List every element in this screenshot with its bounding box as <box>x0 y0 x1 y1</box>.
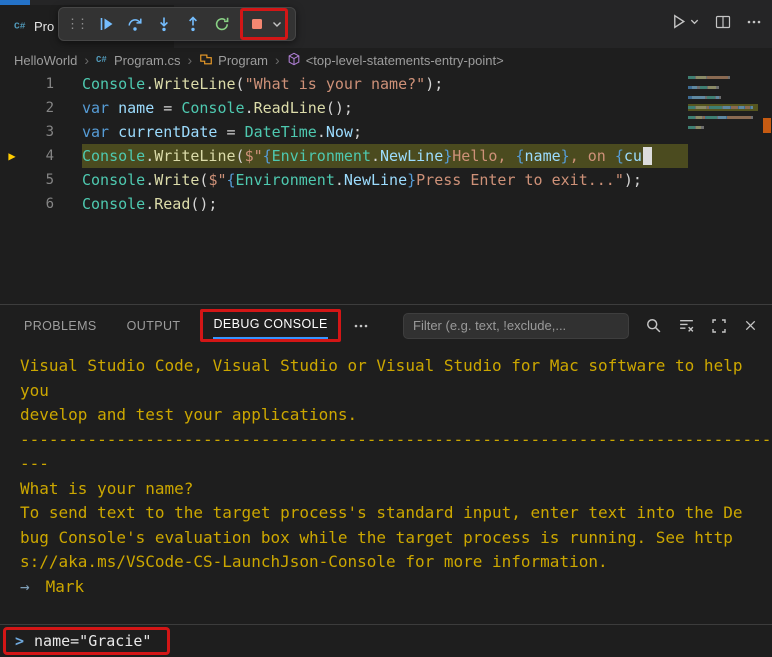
run-or-debug-button[interactable] <box>670 13 687 30</box>
code-lines: 1 Console.WriteLine("What is your name?")… <box>0 72 688 216</box>
breadcrumb-label: HelloWorld <box>14 53 77 68</box>
svg-text:C#: C# <box>14 21 26 32</box>
minimap-line <box>688 116 758 119</box>
line-number: 2 <box>24 96 54 120</box>
gutter <box>0 120 24 144</box>
code-text: Console.Write($"{Environment.NewLine}Pre… <box>82 168 688 192</box>
step-out-button[interactable] <box>180 11 206 37</box>
code-line-3[interactable]: 3 var currentDate = DateTime.Now; <box>0 120 688 144</box>
class-icon <box>199 52 213 69</box>
panel-header: PROBLEMS OUTPUT DEBUG CONSOLE <box>0 304 772 346</box>
step-over-button[interactable] <box>122 11 148 37</box>
line-number: 1 <box>24 72 54 96</box>
breadcrumb-separator: › <box>187 52 192 68</box>
close-panel-icon[interactable] <box>743 318 758 333</box>
console-line: Visual Studio Code, Visual Studio or Vis… <box>20 354 772 379</box>
editor-actions <box>670 13 762 30</box>
minimap-line <box>688 106 758 109</box>
debug-input-annotation: > name="Gracie" <box>3 627 170 655</box>
gutter <box>0 96 24 120</box>
svg-text:C#: C# <box>96 55 107 65</box>
console-line: What is your name? <box>20 477 772 502</box>
minimap-line <box>688 86 758 89</box>
code-line-4[interactable]: ▶4 Console.WriteLine($"{Environment.NewLi… <box>0 144 688 168</box>
line-number: 6 <box>24 192 54 216</box>
code-line-1[interactable]: 1 Console.WriteLine("What is your name?")… <box>0 72 688 96</box>
gutter <box>0 168 24 192</box>
stop-button-annotation <box>240 8 288 40</box>
search-icon[interactable] <box>645 317 662 334</box>
tab-output[interactable]: OUTPUT <box>127 319 181 333</box>
stop-dropdown-chevron-icon[interactable] <box>270 11 284 37</box>
console-line: develop and test your applications. <box>20 403 772 428</box>
step-into-button[interactable] <box>151 11 177 37</box>
gutter <box>0 192 24 216</box>
breadcrumb-separator: › <box>275 52 280 68</box>
console-line: --- <box>20 452 772 477</box>
code-line-2[interactable]: 2 var name = Console.ReadLine(); <box>0 96 688 120</box>
breadcrumb-item-helloworld[interactable]: HelloWorld <box>14 53 77 68</box>
tab-debug-console[interactable]: DEBUG CONSOLE <box>213 317 327 339</box>
breadcrumb-item-program-cs[interactable]: C# Program.cs <box>96 52 180 68</box>
console-line: →Mark <box>20 575 772 600</box>
titlebar: C# Pro ⋮⋮ <box>0 0 772 48</box>
tab-label: Pro <box>34 19 54 34</box>
line-number: 3 <box>24 120 54 144</box>
breadcrumb-separator: › <box>84 52 89 68</box>
code-editor[interactable]: 1 Console.WriteLine("What is your name?")… <box>0 72 772 304</box>
console-line: To send text to the target process's sta… <box>20 501 772 526</box>
code-text: Console.WriteLine("What is your name?"); <box>82 72 688 96</box>
input-echo-arrow-icon: → <box>20 577 30 596</box>
line-number: 5 <box>24 168 54 192</box>
debug-console-output[interactable]: Visual Studio Code, Visual Studio or Vis… <box>0 346 772 624</box>
minimap-line <box>688 126 758 129</box>
toolbar-drag-handle-icon[interactable]: ⋮⋮ <box>66 16 86 32</box>
console-line: you <box>20 379 772 404</box>
csharp-file-icon: C# <box>14 18 28 35</box>
gutter <box>0 72 24 96</box>
console-line: bug Console's evaluation box while the t… <box>20 526 772 551</box>
console-line: ----------------------------------------… <box>20 428 772 453</box>
breadcrumb-label: Program <box>218 53 268 68</box>
code-line-6[interactable]: 6 Console.Read(); <box>0 192 688 216</box>
breadcrumb-label: Program.cs <box>114 53 180 68</box>
overview-ruler-marker <box>763 118 771 133</box>
csharp-file-icon: C# <box>96 52 109 68</box>
run-dropdown-chevron-icon[interactable] <box>689 16 700 27</box>
code-text: Console.Read(); <box>82 192 688 216</box>
breadcrumb-item-program[interactable]: Program <box>199 52 268 69</box>
clear-console-icon[interactable] <box>678 317 695 334</box>
restart-button[interactable] <box>209 11 235 37</box>
debug-console-input-value[interactable]: name="Gracie" <box>34 632 151 650</box>
prompt-chevron-icon: > <box>15 632 24 650</box>
more-panel-tabs-icon[interactable] <box>353 318 369 334</box>
maximize-panel-icon[interactable] <box>711 318 727 334</box>
tab-problems[interactable]: PROBLEMS <box>24 319 97 333</box>
minimap-line <box>688 96 758 99</box>
breadcrumb: HelloWorld › C# Program.cs › Program › <… <box>0 48 772 72</box>
code-text: Console.WriteLine($"{Environment.NewLine… <box>82 144 688 168</box>
more-actions-icon[interactable] <box>746 14 762 30</box>
minimap[interactable] <box>688 76 758 136</box>
symbol-icon <box>287 52 301 69</box>
breadcrumb-label: <top-level-statements-entry-point> <box>306 53 504 68</box>
stop-button[interactable] <box>244 11 270 37</box>
console-line: s://aka.ms/VSCode-CS-LaunchJson-Console … <box>20 550 772 575</box>
code-text: var currentDate = DateTime.Now; <box>82 120 688 144</box>
minimap-line <box>688 76 758 79</box>
text-cursor <box>643 147 652 165</box>
debug-toolbar: ⋮⋮ <box>58 7 296 41</box>
filter-input[interactable] <box>403 313 629 339</box>
code-text: var name = Console.ReadLine(); <box>82 96 688 120</box>
debug-console-tab-annotation: DEBUG CONSOLE <box>200 309 340 342</box>
continue-button[interactable] <box>93 11 119 37</box>
bottom-panel: PROBLEMS OUTPUT DEBUG CONSOLE Visu <box>0 304 772 624</box>
breadcrumb-item-entry-point[interactable]: <top-level-statements-entry-point> <box>287 52 504 69</box>
code-line-5[interactable]: 5 Console.Write($"{Environment.NewLine}Pr… <box>0 168 688 192</box>
line-number: 4 <box>24 144 54 168</box>
current-line-arrow-icon: ▶ <box>0 144 24 168</box>
debug-console-input-row: > name="Gracie" <box>0 624 772 657</box>
split-editor-icon[interactable] <box>715 14 731 30</box>
vscode-window: C# Pro ⋮⋮ <box>0 0 772 649</box>
